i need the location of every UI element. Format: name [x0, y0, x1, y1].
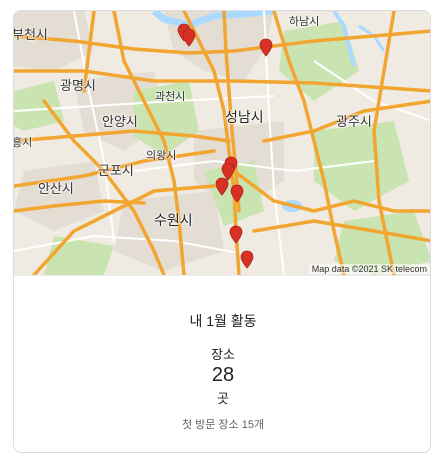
map-label-gunpo: 군포시 [98, 163, 134, 178]
map-label-bucheon: 부천시 [14, 27, 48, 42]
activity-title: 내 1월 활동 [189, 313, 257, 329]
map-attribution[interactable]: Map data ©2021 SK telecom [308, 264, 430, 274]
map-label-gwangmyeong: 광명시 [60, 78, 96, 93]
map-label-uiwang: 의왕시 [146, 150, 177, 162]
map-label-gwacheon: 과천시 [155, 91, 186, 103]
map-label-gwangju: 광주시 [336, 114, 372, 129]
map-label-siheung: 흥시 [14, 137, 33, 149]
first-visit-summary: 첫 방문 장소 15개 [181, 419, 265, 431]
map-label-seongnam: 성남시 [225, 109, 264, 125]
map-label-ansan: 안산시 [38, 181, 74, 196]
map-canvas [14, 11, 430, 275]
map-label-suwon: 수원시 [154, 212, 193, 228]
map-label-anyang: 안양시 [102, 114, 138, 129]
card-divider [14, 275, 430, 276]
map-label-hanam: 하남시 [289, 16, 320, 28]
places-count: 28 [211, 364, 235, 386]
activity-card: 부천시 하남시 광명시 과천시 안양시 성남시 광주시 흥시 의왕시 군포시 안… [13, 10, 431, 453]
activity-map[interactable]: 부천시 하남시 광명시 과천시 안양시 성남시 광주시 흥시 의왕시 군포시 안… [14, 11, 430, 275]
places-unit: 곳 [217, 391, 229, 406]
places-label: 장소 [211, 347, 235, 362]
